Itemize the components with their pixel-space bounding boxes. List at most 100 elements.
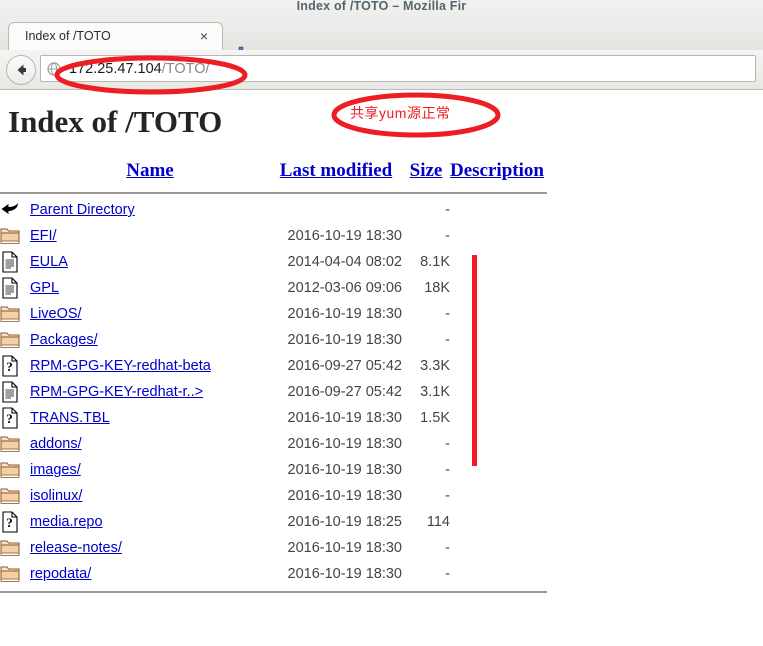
file-link[interactable]: EULA bbox=[30, 254, 68, 270]
file-link[interactable]: TRANS.TBL bbox=[30, 410, 110, 426]
url-host: 172.25.47.104 bbox=[69, 61, 162, 77]
row-name: addons/ bbox=[30, 431, 270, 457]
tab-index-of-toto[interactable]: Index of /TOTO × bbox=[8, 22, 223, 50]
row-last-modified: 2016-10-19 18:30 bbox=[287, 436, 403, 452]
back-button[interactable] bbox=[6, 55, 36, 85]
document-icon bbox=[2, 251, 18, 273]
file-link[interactable]: repodata/ bbox=[30, 566, 91, 582]
table-row: EULA 2014-04-04 08:02 8.1K bbox=[0, 249, 570, 275]
horizontal-rule bbox=[0, 191, 547, 194]
table-row: ? RPM-GPG-KEY-redhat-beta 2016-09-27 05:42… bbox=[0, 353, 570, 379]
file-link[interactable]: Packages/ bbox=[30, 332, 98, 348]
close-icon[interactable]: × bbox=[200, 27, 208, 45]
row-size: - bbox=[445, 462, 450, 478]
row-size: 18K bbox=[424, 280, 450, 296]
row-last-modified: 2016-10-19 18:25 bbox=[287, 514, 403, 530]
folder-icon bbox=[0, 306, 20, 322]
folder-icon bbox=[0, 436, 20, 452]
file-link[interactable]: Parent Directory bbox=[30, 202, 135, 218]
page-title: Index of /TOTO bbox=[8, 104, 223, 139]
table-row: EFI/2016-10-19 18:30 - bbox=[0, 223, 570, 249]
row-name: images/ bbox=[30, 457, 270, 483]
row-size: 3.3K bbox=[420, 358, 450, 374]
row-description bbox=[450, 327, 570, 353]
unknown-file-icon: ? bbox=[2, 407, 18, 429]
row-last-modified bbox=[270, 197, 402, 223]
row-name: isolinux/ bbox=[30, 483, 270, 509]
navigation-toolbar: 172.25.47.104/TOTO/ bbox=[0, 50, 763, 90]
row-last-modified: 2016-10-19 18:30 bbox=[287, 488, 403, 504]
row-last-modified: 2016-09-27 05:42 bbox=[287, 358, 403, 374]
row-last-modified: 2016-10-19 18:30 bbox=[287, 566, 403, 582]
row-icon: ? bbox=[0, 509, 30, 535]
table-header: Name Last modified Size Description bbox=[0, 160, 570, 188]
file-link[interactable]: LiveOS/ bbox=[30, 306, 82, 322]
directory-table: Name Last modified Size Description Pare… bbox=[0, 160, 570, 596]
table-row: addons/2016-10-19 18:30 - bbox=[0, 431, 570, 457]
back-arrow-icon bbox=[17, 64, 26, 76]
url-bar[interactable]: 172.25.47.104/TOTO/ bbox=[40, 55, 756, 82]
file-link[interactable]: media.repo bbox=[30, 514, 103, 530]
rule-cell bbox=[0, 188, 570, 197]
globe-icon bbox=[47, 62, 61, 76]
row-name: Parent Directory bbox=[30, 197, 270, 223]
header-size: Size bbox=[402, 160, 450, 188]
file-link[interactable]: RPM-GPG-KEY-redhat-beta bbox=[30, 358, 211, 374]
tab-strip: Index of /TOTO × bbox=[0, 18, 763, 60]
row-size: - bbox=[445, 332, 450, 348]
row-description bbox=[450, 379, 570, 405]
tab-label: Index of /TOTO bbox=[25, 29, 111, 43]
folder-icon bbox=[0, 540, 20, 556]
table-row: images/2016-10-19 18:30 - bbox=[0, 457, 570, 483]
row-name: TRANS.TBL bbox=[30, 405, 270, 431]
row-last-modified: 2012-03-06 09:06 bbox=[287, 280, 403, 296]
table-body: Parent Directory - EFI/2016-10-19 18:30 - EU… bbox=[0, 188, 570, 596]
annotation-note-text: 共享yum源正常 bbox=[350, 105, 451, 121]
row-last-modified: 2016-09-27 05:42 bbox=[287, 384, 403, 400]
row-icon bbox=[0, 431, 30, 457]
folder-icon bbox=[0, 566, 20, 582]
row-last-modified: 2016-10-19 18:30 bbox=[287, 462, 403, 478]
row-name: repodata/ bbox=[30, 561, 270, 587]
table-header-row: Name Last modified Size Description bbox=[0, 160, 570, 188]
file-link[interactable]: images/ bbox=[30, 462, 81, 478]
sort-by-name-link[interactable]: Name bbox=[126, 160, 173, 181]
row-name: GPL bbox=[30, 275, 270, 301]
file-link[interactable]: GPL bbox=[30, 280, 59, 296]
row-size: - bbox=[445, 566, 450, 582]
svg-text:?: ? bbox=[6, 515, 13, 530]
folder-icon bbox=[0, 488, 20, 504]
file-link[interactable]: release-notes/ bbox=[30, 540, 122, 556]
row-description bbox=[450, 405, 570, 431]
sort-by-description-link[interactable]: Description bbox=[450, 160, 544, 181]
table-row: release-notes/2016-10-19 18:30 - bbox=[0, 535, 570, 561]
row-description bbox=[450, 431, 570, 457]
row-name: LiveOS/ bbox=[30, 301, 270, 327]
row-name: EULA bbox=[30, 249, 270, 275]
header-name: Name bbox=[30, 160, 270, 188]
unknown-file-icon: ? bbox=[2, 511, 18, 533]
document-icon bbox=[2, 277, 18, 299]
row-name: EFI/ bbox=[30, 223, 270, 249]
sort-by-date-link[interactable]: Last modified bbox=[280, 160, 392, 181]
row-size: - bbox=[445, 436, 450, 452]
file-link[interactable]: EFI/ bbox=[30, 228, 57, 244]
row-description bbox=[450, 509, 570, 535]
table-row: isolinux/2016-10-19 18:30 - bbox=[0, 483, 570, 509]
row-description bbox=[450, 561, 570, 587]
sort-by-size-link[interactable]: Size bbox=[410, 160, 443, 181]
file-link[interactable]: addons/ bbox=[30, 436, 82, 452]
row-description bbox=[450, 457, 570, 483]
back-arrow-icon bbox=[1, 203, 18, 214]
row-last-modified: 2016-10-19 18:30 bbox=[287, 306, 403, 322]
file-link[interactable]: isolinux/ bbox=[30, 488, 82, 504]
header-icon-spacer bbox=[0, 160, 30, 188]
row-icon bbox=[0, 327, 30, 353]
row-size: - bbox=[445, 228, 450, 244]
row-description bbox=[450, 535, 570, 561]
horizontal-rule bbox=[0, 590, 547, 593]
row-description bbox=[450, 223, 570, 249]
file-link[interactable]: RPM-GPG-KEY-redhat-r..> bbox=[30, 384, 203, 400]
table-rule-bottom bbox=[0, 587, 570, 596]
row-icon bbox=[0, 249, 30, 275]
